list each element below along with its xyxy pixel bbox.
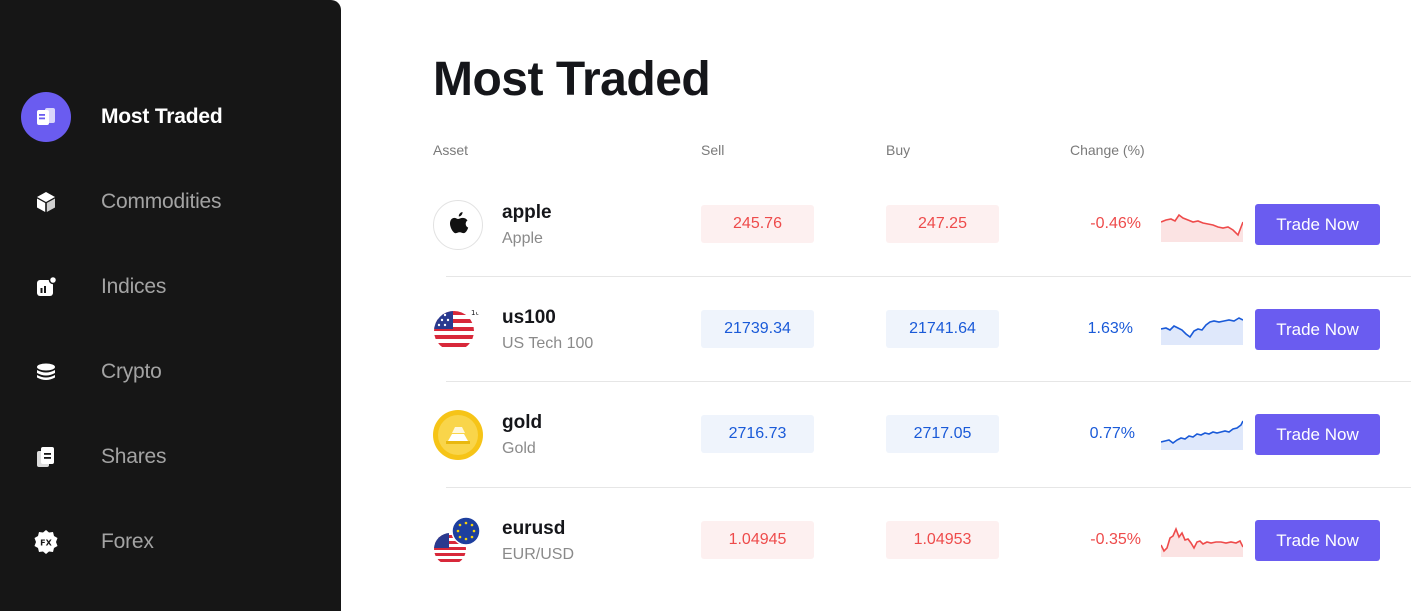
sidebar-item-label: Most Traded [101, 105, 223, 128]
eu-us-flags-icon [433, 516, 483, 566]
us-flag-icon: 100 [433, 304, 483, 354]
box-icon [21, 177, 71, 227]
sell-price-button[interactable]: 2716.73 [701, 415, 814, 453]
sidebar-item-commodities[interactable]: Commodities [21, 177, 321, 227]
column-header-sell: Sell [701, 142, 725, 158]
asset-symbol: eurusd [502, 518, 566, 539]
logo-badge-text: 100 [471, 309, 483, 317]
fx-badge-text: FX [40, 539, 52, 548]
sidebar-item-label: Indices [101, 275, 167, 298]
table-row: eurusd EUR/USD 1.04945 1.04953 -0.35% Tr… [433, 488, 1411, 593]
asset-name: US Tech 100 [502, 335, 594, 352]
buy-price-button[interactable]: 21741.64 [886, 310, 999, 348]
sidebar-item-label: Forex [101, 530, 154, 553]
asset-name: EUR/USD [502, 546, 575, 563]
sidebar-item-crypto[interactable]: Crypto [21, 347, 321, 397]
sell-price-button[interactable]: 245.76 [701, 205, 814, 243]
trade-now-button[interactable]: Trade Now [1255, 309, 1380, 350]
apple-logo-icon [433, 200, 483, 250]
asset-name: Apple [502, 230, 543, 247]
fx-badge-icon: FX [21, 517, 71, 567]
column-header-change: Change (%) [1070, 142, 1145, 158]
indices-chart-icon [21, 262, 71, 312]
change-percent: 1.63% [1087, 320, 1133, 337]
buy-price-button[interactable]: 2717.05 [886, 415, 999, 453]
page-title: Most Traded [433, 53, 711, 106]
sidebar-item-label: Crypto [101, 360, 162, 383]
sell-price-button[interactable]: 1.04945 [701, 521, 814, 559]
sidebar-item-indices[interactable]: Indices [21, 262, 321, 312]
table-row: gold Gold 2716.73 2717.05 0.77% Trade No… [433, 382, 1411, 487]
sidebar-item-label: Commodities [101, 190, 222, 213]
documents-icon [21, 432, 71, 482]
asset-symbol: gold [502, 412, 543, 433]
gold-bars-icon [433, 410, 483, 460]
trade-now-button[interactable]: Trade Now [1255, 414, 1380, 455]
asset-name: Gold [502, 440, 536, 457]
column-header-buy: Buy [886, 142, 911, 158]
buy-price-button[interactable]: 247.25 [886, 205, 999, 243]
sparkline-chart [1161, 317, 1243, 345]
table-row: 100 us100 US Tech 100 21739.34 21741.64 … [433, 277, 1411, 382]
coins-stack-icon [21, 347, 71, 397]
change-percent: 0.77% [1089, 425, 1135, 442]
sidebar-item-forex[interactable]: FX Forex [21, 517, 321, 567]
sidebar-item-most-traded[interactable]: Most Traded [21, 92, 321, 142]
sparkline-chart [1161, 420, 1243, 450]
asset-symbol: apple [502, 202, 552, 223]
sidebar-item-label: Shares [101, 445, 167, 468]
change-percent: -0.46% [1090, 215, 1141, 232]
trade-now-button[interactable]: Trade Now [1255, 204, 1380, 245]
change-percent: -0.35% [1090, 531, 1141, 548]
column-header-asset: Asset [433, 142, 469, 158]
most-traded-icon [21, 92, 71, 142]
sparkline-chart [1161, 213, 1243, 242]
asset-symbol: us100 [502, 307, 556, 328]
table-row: apple Apple 245.76 247.25 -0.46% Trade N… [433, 172, 1411, 277]
buy-price-button[interactable]: 1.04953 [886, 521, 999, 559]
sparkline-chart [1161, 526, 1243, 557]
sell-price-button[interactable]: 21739.34 [701, 310, 814, 348]
sidebar: Most Traded Commodities Indices Crypto S… [0, 0, 341, 611]
trade-now-button[interactable]: Trade Now [1255, 520, 1380, 561]
sidebar-item-shares[interactable]: Shares [21, 432, 321, 482]
